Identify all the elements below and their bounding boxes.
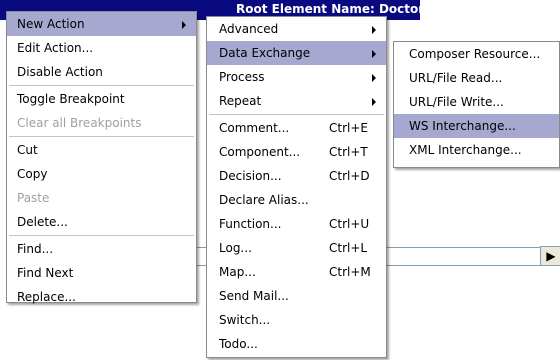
menu-item-process[interactable]: Process xyxy=(207,65,386,89)
menu-item-composer-resource[interactable]: Composer Resource... xyxy=(394,42,559,66)
scroll-right-button[interactable]: ▶ xyxy=(540,246,560,266)
menu-item-label: Component... xyxy=(219,145,301,159)
menu-item-label: Paste xyxy=(17,191,50,205)
submenu-arrow-icon xyxy=(182,21,186,29)
menu-item-xml-interchange[interactable]: XML Interchange... xyxy=(394,138,559,162)
menu-item-label: Switch... xyxy=(219,313,271,327)
menu-item-cut[interactable]: Cut xyxy=(7,138,196,162)
menu-item-label: Function... xyxy=(219,217,282,231)
menu-item-label: URL/File Read... xyxy=(409,71,503,85)
menu-item-repeat[interactable]: Repeat xyxy=(207,89,386,113)
menu-item-disable-action[interactable]: Disable Action xyxy=(7,60,196,84)
menu-item-label: Decision... xyxy=(219,169,282,183)
menu-item-copy[interactable]: Copy xyxy=(7,162,196,186)
menu-item-log[interactable]: Log... Ctrl+L xyxy=(207,236,386,260)
menu-item-comment[interactable]: Comment... Ctrl+E xyxy=(207,116,386,140)
menu-item-find-next[interactable]: Find Next xyxy=(7,261,196,285)
menu-item-edit-action[interactable]: Edit Action... xyxy=(7,36,196,60)
menu-item-label: Clear all Breakpoints xyxy=(17,116,142,130)
menu-item-label: Process xyxy=(219,70,265,84)
menu-item-data-exchange[interactable]: Data Exchange xyxy=(207,41,386,65)
menu-item-label: New Action xyxy=(17,17,85,31)
data-exchange-submenu: Composer Resource... URL/File Read... UR… xyxy=(393,41,560,168)
menu-item-map[interactable]: Map... Ctrl+M xyxy=(207,260,386,284)
menu-item-label: WS Interchange... xyxy=(409,119,516,133)
menu-item-shortcut: Ctrl+E xyxy=(329,121,368,135)
menu-item-label: Map... xyxy=(219,265,256,279)
menu-separator xyxy=(9,235,194,236)
menu-item-label: Toggle Breakpoint xyxy=(17,92,125,106)
menu-item-label: Declare Alias... xyxy=(219,193,309,207)
menu-item-label: Repeat xyxy=(219,94,262,108)
menu-item-declare-alias[interactable]: Declare Alias... xyxy=(207,188,386,212)
menu-separator xyxy=(9,136,194,137)
menu-item-shortcut: Ctrl+U xyxy=(329,217,370,231)
menu-item-delete[interactable]: Delete... xyxy=(7,210,196,234)
menu-item-label: Advanced xyxy=(219,22,279,36)
submenu-arrow-icon xyxy=(372,74,376,82)
submenu-arrow-icon xyxy=(372,50,376,58)
menu-item-url-file-read[interactable]: URL/File Read... xyxy=(394,66,559,90)
menu-item-shortcut: Ctrl+T xyxy=(329,145,368,159)
menu-item-label: Find Next xyxy=(17,266,74,280)
menu-item-label: Send Mail... xyxy=(219,289,289,303)
menu-item-label: Todo... xyxy=(219,337,258,351)
menu-item-label: Disable Action xyxy=(17,65,103,79)
menu-item-send-mail[interactable]: Send Mail... xyxy=(207,284,386,308)
menu-item-paste: Paste xyxy=(7,186,196,210)
menu-item-label: URL/File Write... xyxy=(409,95,504,109)
menu-item-todo[interactable]: Todo... xyxy=(207,332,386,356)
menu-item-label: Find... xyxy=(17,242,54,256)
menu-item-label: Copy xyxy=(17,167,48,181)
menu-separator xyxy=(9,85,194,86)
menu-item-label: Log... xyxy=(219,241,252,255)
menu-item-find[interactable]: Find... xyxy=(7,237,196,261)
submenu-arrow-icon xyxy=(372,98,376,106)
menu-item-function[interactable]: Function... Ctrl+U xyxy=(207,212,386,236)
menu-item-label: XML Interchange... xyxy=(409,143,522,157)
menu-item-decision[interactable]: Decision... Ctrl+D xyxy=(207,164,386,188)
menu-item-label: Delete... xyxy=(17,215,68,229)
menu-item-label: Cut xyxy=(17,143,38,157)
menu-item-clear-all-breakpoints: Clear all Breakpoints xyxy=(7,111,196,135)
menu-item-component[interactable]: Component... Ctrl+T xyxy=(207,140,386,164)
new-action-submenu: Advanced Data Exchange Process Repeat Co… xyxy=(206,16,387,358)
menu-item-replace[interactable]: Replace... xyxy=(7,285,196,309)
menu-item-shortcut: Ctrl+M xyxy=(329,265,371,279)
menu-item-advanced[interactable]: Advanced xyxy=(207,17,386,41)
submenu-arrow-icon xyxy=(372,26,376,34)
menu-item-url-file-write[interactable]: URL/File Write... xyxy=(394,90,559,114)
menu-item-new-action[interactable]: New Action xyxy=(7,12,196,36)
menu-item-label: Data Exchange xyxy=(219,46,311,60)
menu-item-switch[interactable]: Switch... xyxy=(207,308,386,332)
menu-item-ws-interchange[interactable]: WS Interchange... xyxy=(394,114,559,138)
menu-item-toggle-breakpoint[interactable]: Toggle Breakpoint xyxy=(7,87,196,111)
menu-item-shortcut: Ctrl+L xyxy=(329,241,368,255)
menu-item-shortcut: Ctrl+D xyxy=(329,169,370,183)
menu-separator xyxy=(209,114,384,115)
menu-item-label: Edit Action... xyxy=(17,41,94,55)
menu-item-label: Comment... xyxy=(219,121,290,135)
menu-item-label: Replace... xyxy=(17,290,76,304)
menu-item-label: Composer Resource... xyxy=(409,47,541,61)
context-menu: New Action Edit Action... Disable Action… xyxy=(6,11,197,304)
